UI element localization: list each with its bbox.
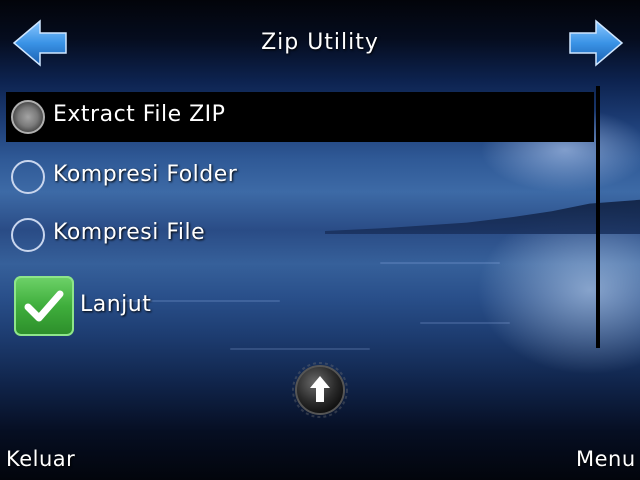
option-kompresi-folder[interactable]: Kompresi Folder (6, 152, 594, 202)
scroll-up-button[interactable] (292, 362, 348, 418)
up-arrow-icon (292, 362, 348, 418)
water-ripple (380, 262, 500, 264)
option-label: Kompresi File (53, 220, 206, 245)
checkbox-label: Lanjut (80, 292, 152, 317)
header-bar: Zip Utility (0, 0, 640, 90)
lanjut-checkbox-row[interactable]: Lanjut (14, 276, 214, 336)
exit-softkey[interactable]: Keluar (6, 447, 75, 471)
app-screen: Zip Utility Extract File ZIP Kompresi Fo… (0, 0, 640, 480)
page-title: Zip Utility (261, 30, 379, 55)
option-kompresi-file[interactable]: Kompresi File (6, 210, 594, 260)
checkmark-icon (24, 290, 64, 322)
right-arrow-icon (569, 19, 624, 67)
option-label: Kompresi Folder (53, 162, 238, 187)
lanjut-checkbox[interactable] (14, 276, 74, 336)
option-label: Extract File ZIP (53, 102, 226, 127)
scrollbar[interactable] (596, 86, 600, 348)
water-ripple (420, 322, 510, 324)
forward-button[interactable] (568, 18, 624, 68)
menu-softkey[interactable]: Menu (576, 447, 636, 471)
radio-selected-icon (11, 100, 45, 134)
option-extract-file-zip[interactable]: Extract File ZIP (6, 92, 594, 142)
water-ripple (230, 348, 370, 350)
radio-empty-icon (11, 218, 45, 252)
radio-empty-icon (11, 160, 45, 194)
